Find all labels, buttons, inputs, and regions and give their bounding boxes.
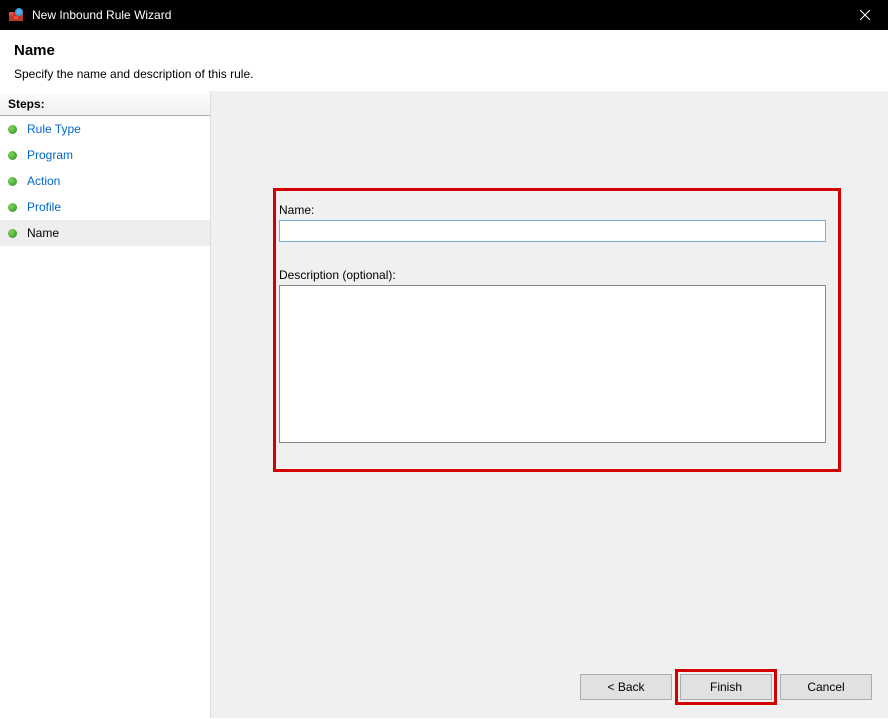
bullet-icon bbox=[8, 177, 17, 186]
steps-header: Steps: bbox=[0, 93, 210, 116]
step-name[interactable]: Name bbox=[0, 220, 210, 246]
name-label: Name: bbox=[279, 203, 826, 217]
name-input[interactable] bbox=[279, 220, 826, 242]
step-action[interactable]: Action bbox=[0, 168, 210, 194]
description-label: Description (optional): bbox=[279, 268, 826, 282]
name-group: Name: bbox=[279, 203, 826, 242]
close-button[interactable] bbox=[842, 0, 888, 30]
step-rule-type[interactable]: Rule Type bbox=[0, 116, 210, 142]
firewall-icon bbox=[8, 7, 24, 23]
finish-button[interactable]: Finish bbox=[680, 674, 772, 700]
step-program[interactable]: Program bbox=[0, 142, 210, 168]
titlebar: New Inbound Rule Wizard bbox=[0, 0, 888, 30]
description-group: Description (optional): bbox=[279, 268, 826, 446]
sidebar: Steps: Rule Type Program Action Profile … bbox=[0, 91, 210, 718]
step-profile[interactable]: Profile bbox=[0, 194, 210, 220]
bullet-icon bbox=[8, 151, 17, 160]
description-textarea[interactable] bbox=[279, 285, 826, 443]
button-row: < Back Finish Cancel bbox=[580, 674, 872, 700]
main-panel: Name: Description (optional): < Back Fin… bbox=[210, 91, 888, 718]
step-label: Action bbox=[27, 174, 60, 188]
page-title: Name bbox=[14, 42, 874, 59]
window-title: New Inbound Rule Wizard bbox=[32, 8, 171, 22]
content-area: Steps: Rule Type Program Action Profile … bbox=[0, 91, 888, 718]
back-button[interactable]: < Back bbox=[580, 674, 672, 700]
step-label: Name bbox=[27, 226, 59, 240]
step-label: Profile bbox=[27, 200, 61, 214]
header: Name Specify the name and description of… bbox=[0, 30, 888, 91]
bullet-icon bbox=[8, 229, 17, 238]
step-label: Rule Type bbox=[27, 122, 81, 136]
page-subtitle: Specify the name and description of this… bbox=[14, 67, 874, 81]
cancel-button[interactable]: Cancel bbox=[780, 674, 872, 700]
bullet-icon bbox=[8, 125, 17, 134]
step-label: Program bbox=[27, 148, 73, 162]
bullet-icon bbox=[8, 203, 17, 212]
